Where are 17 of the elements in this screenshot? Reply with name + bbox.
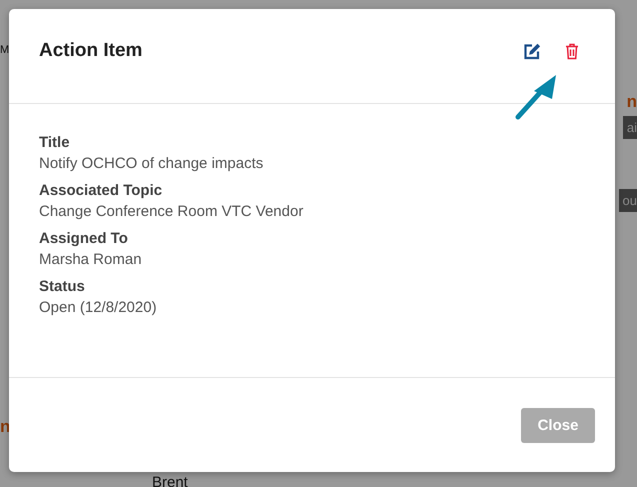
field-value: Change Conference Room VTC Vendor xyxy=(39,203,304,220)
field-label: Title xyxy=(39,134,71,151)
field-label: Associated Topic xyxy=(39,182,164,199)
background-text: ai xyxy=(622,116,637,139)
close-button[interactable]: Close xyxy=(521,408,595,442)
field-value: Open (12/8/2020) xyxy=(39,299,158,316)
dialog-title: Action Item xyxy=(39,40,142,62)
background-text: M xyxy=(0,44,10,56)
background-text: ou xyxy=(618,189,637,212)
field-label: Assigned To xyxy=(39,230,129,247)
edit-icon[interactable] xyxy=(523,42,541,60)
field-label: Status xyxy=(39,278,86,295)
background-text: n xyxy=(626,92,637,112)
trash-icon[interactable] xyxy=(565,42,579,60)
field-value: Marsha Roman xyxy=(39,251,143,268)
field-value: Notify OCHCO of change impacts xyxy=(39,155,264,172)
background-text: Brent xyxy=(152,474,188,487)
